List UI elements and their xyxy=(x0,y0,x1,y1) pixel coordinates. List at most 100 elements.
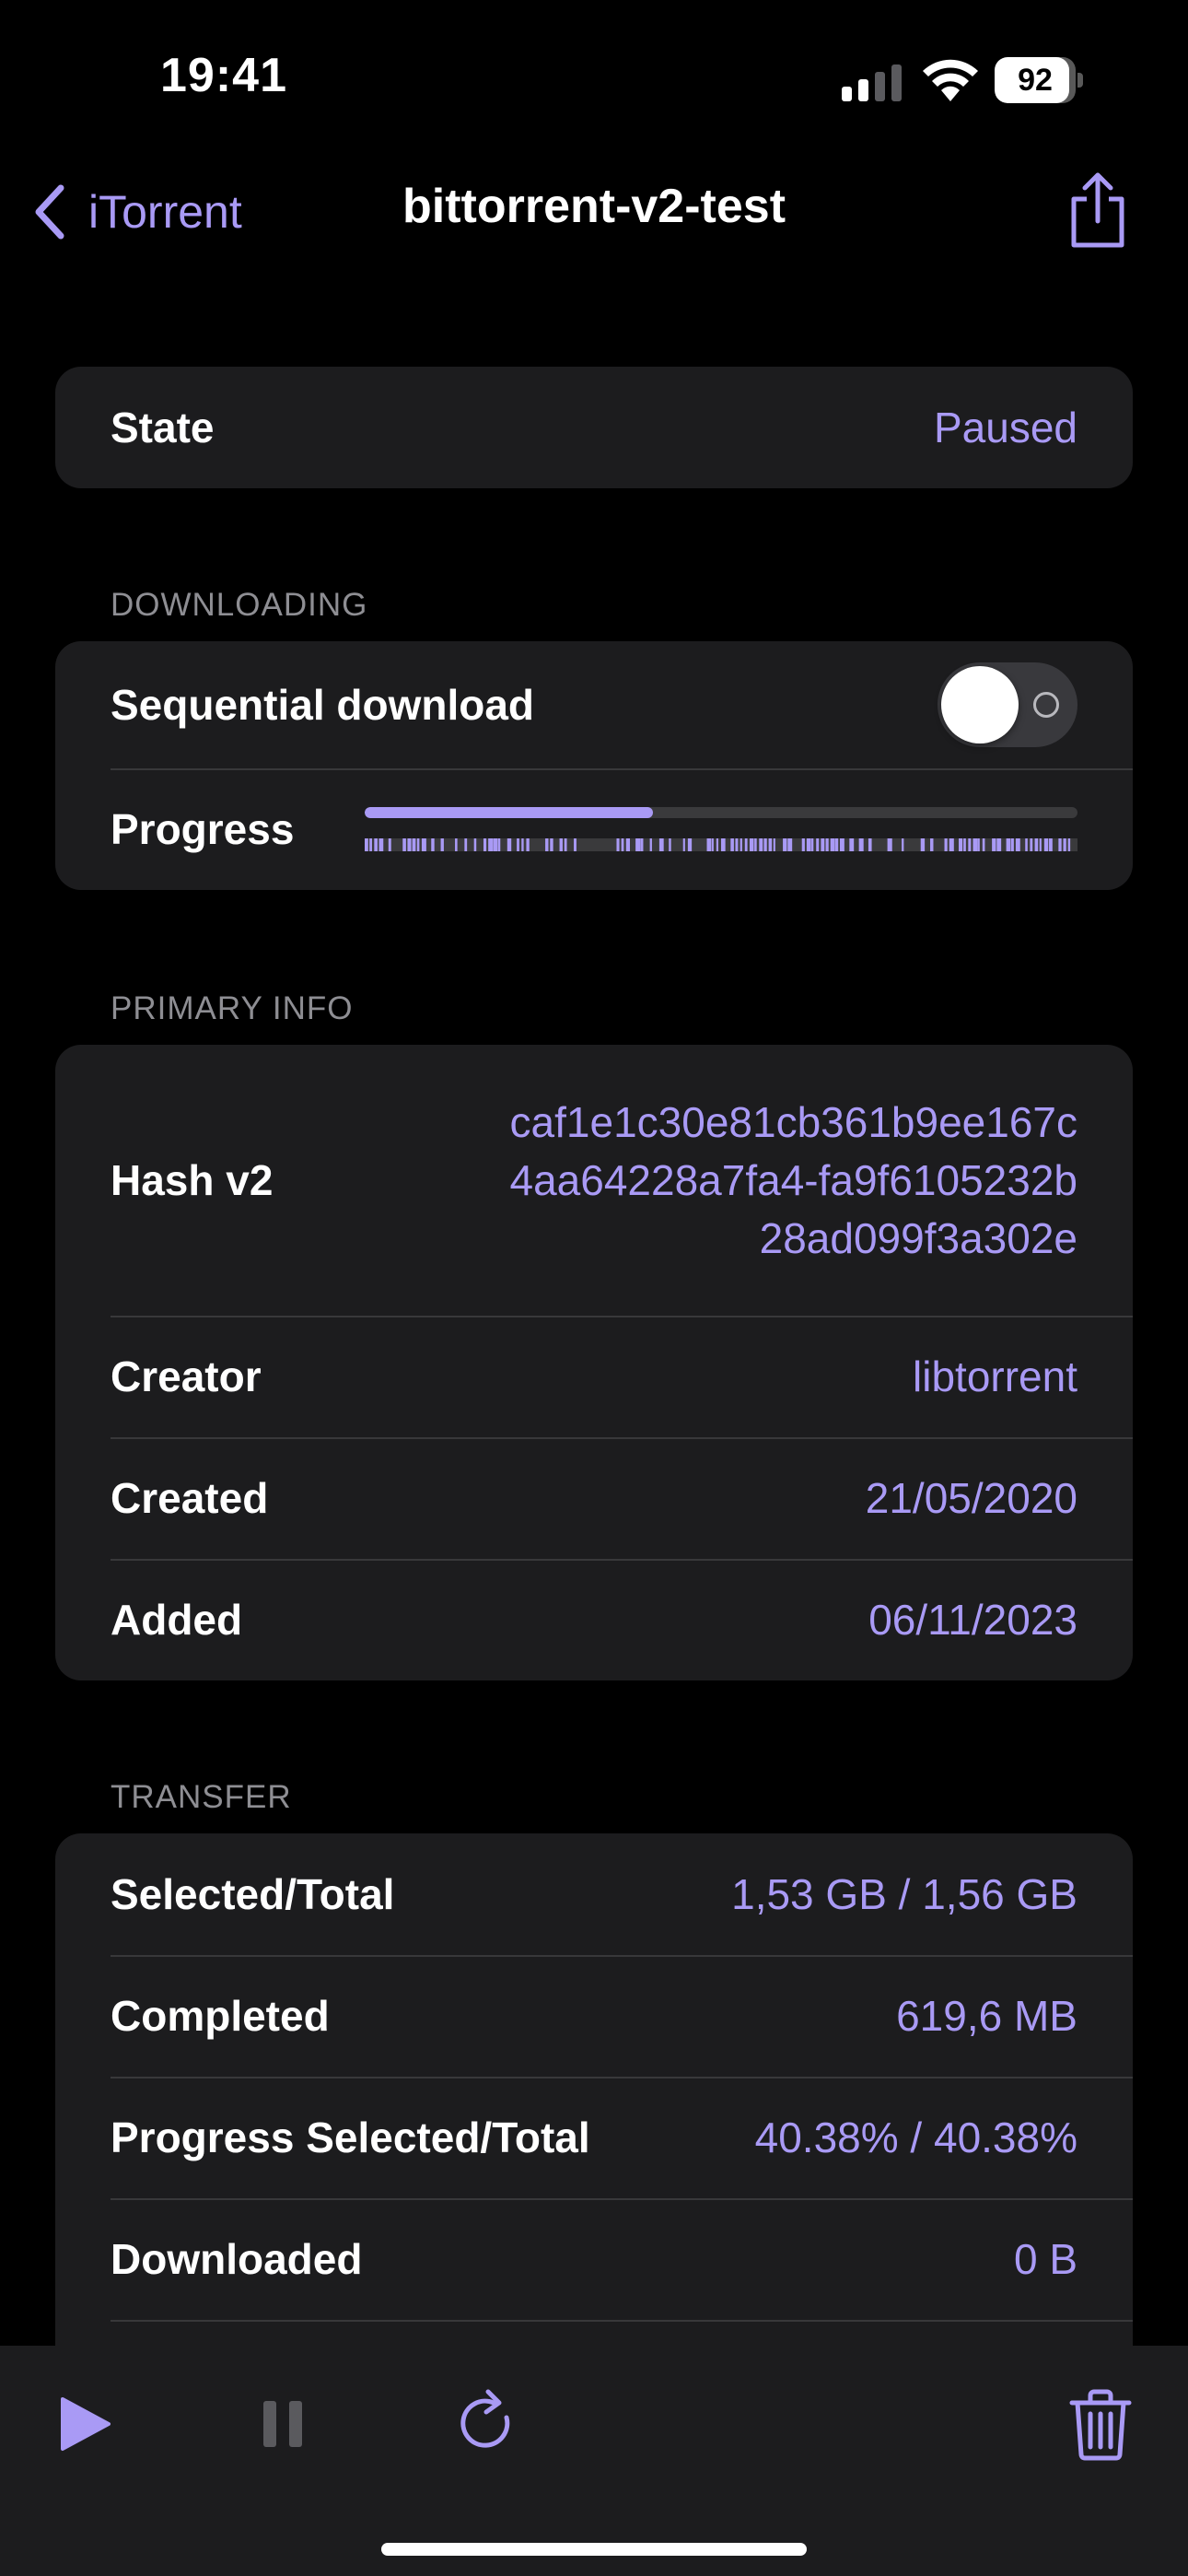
back-label: iTorrent xyxy=(88,186,242,238)
trash-icon[interactable] xyxy=(1059,2383,1142,2465)
sequential-download-toggle[interactable] xyxy=(938,662,1077,747)
piece-segment xyxy=(730,838,734,851)
piece-segment xyxy=(564,838,567,851)
completed-value: 619,6 MB xyxy=(896,1992,1077,2040)
piece-segment xyxy=(806,838,811,851)
piece-segment xyxy=(574,838,577,851)
piece-segment xyxy=(1067,838,1071,851)
downloading-card: Sequential download Progress xyxy=(55,641,1133,890)
play-icon[interactable] xyxy=(42,2383,125,2465)
piece-segment xyxy=(407,838,412,851)
piece-segment xyxy=(421,838,426,851)
piece-segment xyxy=(887,838,892,851)
piece-segment xyxy=(783,838,787,851)
piece-segment xyxy=(801,838,805,851)
sequential-download-row: Sequential download xyxy=(55,641,1133,768)
piece-segment xyxy=(716,838,718,851)
piece-segment xyxy=(982,838,985,851)
piece-segment xyxy=(949,838,954,851)
battery-percent: 92 xyxy=(1018,63,1053,98)
added-value: 06/11/2023 xyxy=(868,1596,1077,1644)
piece-segment xyxy=(768,838,773,851)
pause-icon[interactable] xyxy=(241,2383,324,2465)
state-card: State Paused xyxy=(55,367,1133,488)
selected-total-value: 1,53 GB / 1,56 GB xyxy=(731,1870,1077,1918)
state-row: State Paused xyxy=(55,367,1133,488)
piece-segment xyxy=(944,838,948,851)
sequential-download-label: Sequential download xyxy=(111,681,535,729)
piece-segment xyxy=(754,838,757,851)
piece-segment xyxy=(721,838,726,851)
piece-segment xyxy=(488,838,494,851)
progress-selected-total-label: Progress Selected/Total xyxy=(111,2113,590,2161)
piece-segment xyxy=(996,838,1002,851)
piece-segment xyxy=(402,838,406,851)
piece-segment xyxy=(1049,838,1053,851)
share-icon[interactable] xyxy=(1066,171,1129,251)
completed-label: Completed xyxy=(111,1992,330,2040)
refresh-icon[interactable] xyxy=(446,2383,529,2465)
piece-segment xyxy=(1039,838,1042,851)
hash-label: Hash v2 xyxy=(111,1156,274,1204)
piece-segment xyxy=(369,838,372,851)
toggle-off-indicator xyxy=(1033,692,1059,718)
piece-segment xyxy=(493,838,498,851)
piece-segment xyxy=(1006,838,1011,851)
piece-segment xyxy=(920,838,926,851)
battery-icon: 92 xyxy=(995,57,1083,103)
status-bar: 19:41 92 xyxy=(0,0,1188,157)
progress-selected-total-row: Progress Selected/Total 40.38% / 40.38% xyxy=(55,2077,1133,2198)
piece-segment xyxy=(930,838,934,851)
navigation-bar: iTorrent bittorrent-v2-test xyxy=(0,157,1188,267)
pieces-map xyxy=(365,838,1077,851)
added-row: Added 06/11/2023 xyxy=(55,1559,1133,1680)
piece-segment xyxy=(968,838,972,851)
piece-segment xyxy=(431,838,435,851)
piece-segment xyxy=(759,838,763,851)
piece-segment xyxy=(840,838,844,851)
piece-segment xyxy=(773,838,775,851)
transfer-header: TRANSFER xyxy=(111,1779,292,1815)
added-label: Added xyxy=(111,1596,243,1644)
progress-label: Progress xyxy=(111,805,295,853)
toggle-knob xyxy=(941,666,1019,744)
piece-segment xyxy=(858,838,864,851)
piece-segment xyxy=(545,838,549,851)
piece-segment xyxy=(455,838,458,851)
selected-total-label: Selected/Total xyxy=(111,1870,395,1918)
piece-segment xyxy=(811,838,814,851)
piece-segment xyxy=(834,838,839,851)
piece-segment xyxy=(658,838,664,851)
piece-segment xyxy=(635,838,641,851)
piece-segment xyxy=(744,838,748,851)
created-label: Created xyxy=(111,1474,269,1522)
creator-value: libtorrent xyxy=(913,1352,1077,1400)
piece-segment xyxy=(374,838,378,851)
piece-segment xyxy=(1015,838,1020,851)
piece-segment xyxy=(365,838,368,851)
wifi-icon xyxy=(923,59,978,101)
progress-bar xyxy=(365,807,1077,818)
progress-indicator xyxy=(365,807,1077,851)
piece-segment xyxy=(616,838,620,851)
piece-segment xyxy=(412,838,416,851)
piece-segment xyxy=(526,838,530,851)
piece-segment xyxy=(763,838,767,851)
back-button[interactable]: iTorrent xyxy=(31,177,242,247)
downloaded-value: 0 B xyxy=(1013,2235,1077,2283)
piece-segment xyxy=(521,838,524,851)
piece-segment xyxy=(902,838,904,851)
progress-fill xyxy=(365,807,653,818)
piece-segment xyxy=(483,838,487,851)
piece-segment xyxy=(830,838,835,851)
piece-segment xyxy=(625,838,630,851)
progress-row: Progress xyxy=(55,768,1133,890)
piece-segment xyxy=(416,838,420,851)
piece-segment xyxy=(821,838,825,851)
piece-segment xyxy=(687,838,693,851)
piece-segment xyxy=(640,838,644,851)
piece-segment xyxy=(559,838,563,851)
piece-segment xyxy=(963,838,966,851)
piece-segment xyxy=(621,838,624,851)
piece-segment xyxy=(379,838,384,851)
